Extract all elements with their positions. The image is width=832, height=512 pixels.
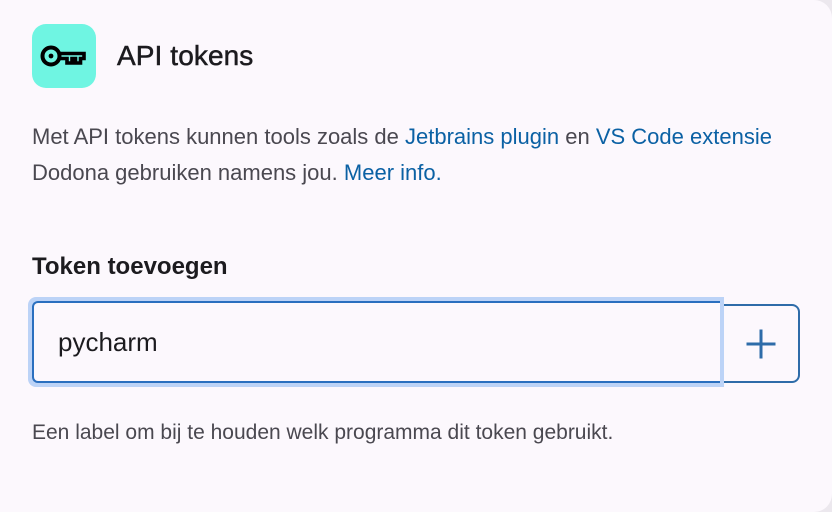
api-tokens-card: API tokens Met API tokens kunnen tools z… (0, 0, 832, 512)
card-header: API tokens (32, 24, 254, 88)
token-name-input[interactable] (32, 301, 720, 383)
input-focus-ring (28, 297, 724, 387)
card-title: API tokens (117, 40, 254, 72)
add-token-button[interactable] (723, 304, 800, 383)
jetbrains-plugin-link[interactable]: Jetbrains plugin (405, 124, 559, 149)
token-field-label: Token toevoegen (32, 253, 228, 280)
card-description: Met API tokens kunnen tools zoals de Jet… (32, 119, 802, 191)
more-info-link[interactable]: Meer info. (344, 160, 442, 185)
plus-icon (746, 329, 776, 358)
token-input-group (28, 297, 800, 387)
key-icon-tile (32, 24, 96, 88)
description-text-3: Dodona gebruiken namens jou. (32, 160, 344, 185)
token-helper-text: Een label om bij te houden welk programm… (32, 421, 614, 444)
key-icon (40, 45, 86, 67)
vscode-extension-link[interactable]: VS Code extensie (596, 124, 772, 149)
description-text-2: en (559, 124, 596, 149)
description-text-1: Met API tokens kunnen tools zoals de (32, 124, 406, 149)
